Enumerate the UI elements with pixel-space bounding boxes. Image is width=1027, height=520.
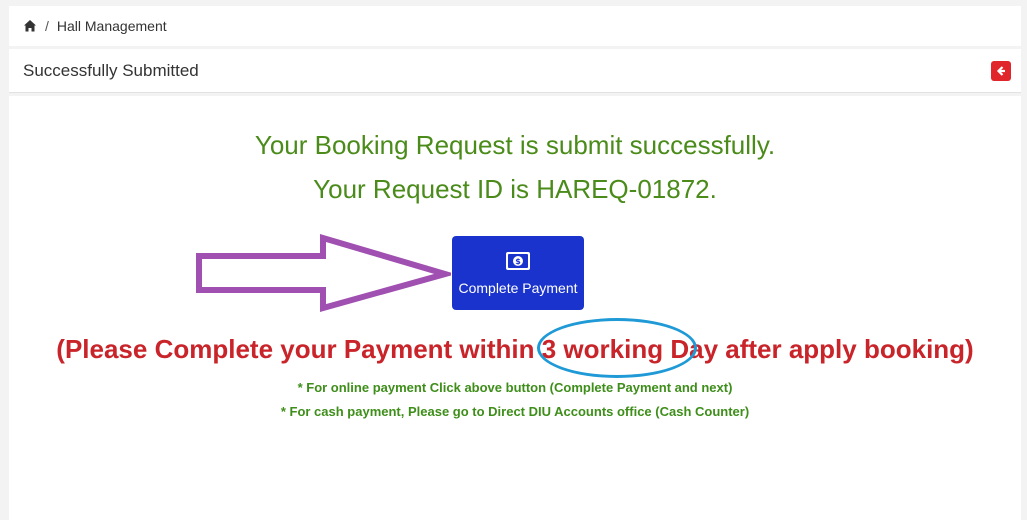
breadcrumb: / Hall Management [9, 6, 1021, 46]
cash-payment-note: * For cash payment, Please go to Direct … [280, 404, 750, 419]
online-payment-note: * For online payment Click above button … [297, 380, 733, 395]
home-icon[interactable] [23, 19, 37, 33]
warning-text-end: Day after apply booking) [663, 334, 974, 364]
page-title: Successfully Submitted [23, 60, 199, 80]
back-arrow-icon [996, 66, 1005, 76]
request-id-message: Your Request ID is HAREQ-01872. [313, 174, 717, 204]
complete-payment-label: Complete Payment [458, 279, 578, 296]
svg-text:$: $ [515, 257, 521, 266]
warning-highlight: 3 working [541, 334, 664, 364]
back-button[interactable] [991, 61, 1011, 81]
breadcrumb-current: Hall Management [56, 18, 167, 34]
right-arrow-annotation [196, 234, 451, 312]
main-content: Your Booking Request is submit successfu… [9, 96, 1021, 520]
breadcrumb-separator: / [45, 18, 49, 34]
warning-text-start: (Please Complete your Payment within [56, 334, 542, 364]
money-bill-icon: $ [505, 251, 531, 274]
complete-payment-button[interactable]: $ Complete Payment [452, 236, 584, 310]
success-message: Your Booking Request is submit successfu… [254, 130, 776, 160]
panel-header: Successfully Submitted [9, 49, 1021, 93]
payment-deadline-warning: (Please Complete your Payment within 3 w… [9, 334, 1021, 365]
